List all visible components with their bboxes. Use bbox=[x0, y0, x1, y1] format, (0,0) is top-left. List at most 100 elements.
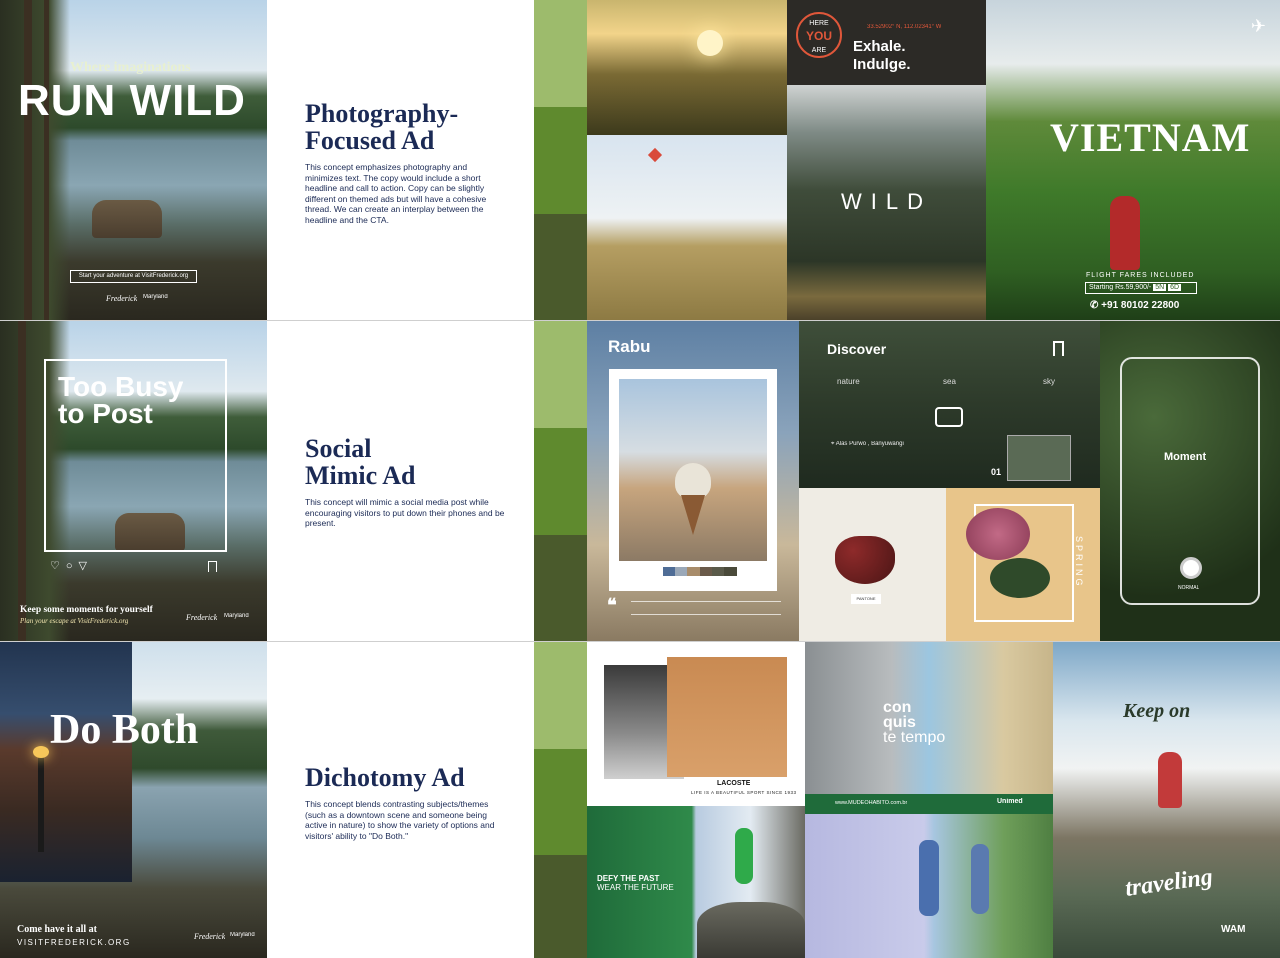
conquiste-text: con quis te tempo bbox=[883, 700, 946, 745]
forest-edge bbox=[0, 0, 70, 320]
hero-headline: RUN WILD bbox=[18, 76, 246, 125]
hero-tagline: Come have it all at bbox=[17, 924, 97, 935]
tab-nature[interactable]: nature bbox=[837, 377, 860, 386]
hero-ad-run-wild: Where imaginations RUN WILD Start your a… bbox=[0, 0, 267, 320]
concept-panel-dichotomy: Dichotomy Ad This concept blends contras… bbox=[267, 642, 534, 958]
mood-spring: SPRING bbox=[946, 488, 1100, 641]
hero-cta[interactable]: Start your adventure at VisitFrederick.o… bbox=[70, 270, 197, 283]
spring-text: SPRING bbox=[1074, 536, 1084, 589]
mood-grapes: PANTONE bbox=[799, 488, 946, 641]
exhale-text: Exhale. Indulge. bbox=[853, 38, 911, 73]
mood-here-you-are: HERE YOU ARE 33.52902° N, 112.02341° W E… bbox=[787, 0, 986, 85]
mude-url[interactable]: www.MUDEOHABITO.com.br bbox=[835, 800, 907, 806]
here-you-are-badge: HERE YOU ARE bbox=[796, 12, 842, 58]
frederick-logo: Frederick bbox=[106, 294, 138, 303]
palette-swatch-light bbox=[534, 321, 587, 428]
tab-sky[interactable]: sky bbox=[1043, 377, 1055, 386]
tree-trunk bbox=[18, 321, 26, 641]
shutter-button[interactable] bbox=[1180, 557, 1202, 579]
heart-icon[interactable]: ♡ bbox=[50, 560, 66, 572]
hiker-figure bbox=[1158, 752, 1182, 808]
yoga-figure-outdoor bbox=[971, 844, 989, 914]
hero-headline: Do Both bbox=[50, 707, 199, 753]
phone-number: ✆ +91 80102 22800 bbox=[1090, 300, 1180, 311]
palette-swatch-light bbox=[534, 642, 587, 749]
price-box: Starting Rs.59,900/- 5N 6D bbox=[1085, 282, 1197, 294]
concept-body: This concept blends contrasting subjects… bbox=[305, 799, 495, 841]
send-icon[interactable]: ▽ bbox=[79, 560, 93, 572]
mood-unimed: con quis te tempo www.MUDEOHABITO.com.br U… bbox=[805, 642, 1053, 814]
mood-discover-app: Discover nature sea sky ⌖ Alas Purwo , B… bbox=[799, 321, 1100, 488]
maryland-logo: Maryland bbox=[230, 932, 255, 938]
traveling-text: traveling bbox=[1123, 864, 1215, 903]
mode-label[interactable]: NORMAL bbox=[1178, 585, 1199, 591]
yoga-figure-indoor bbox=[919, 840, 939, 916]
street-lamp bbox=[38, 752, 44, 852]
kite-icon bbox=[647, 147, 663, 163]
hero-tagline: Keep some moments for yourself bbox=[20, 605, 153, 615]
unimed-logo: Unimed bbox=[997, 798, 1023, 805]
tab-sea[interactable]: sea bbox=[943, 377, 956, 386]
hero-headline: Too Busy to Post bbox=[58, 373, 184, 427]
mood-wild-mountains: WILD bbox=[787, 85, 986, 320]
flower bbox=[966, 508, 1030, 560]
mood-moment-phone: Moment NORMAL bbox=[1100, 321, 1280, 641]
camera-icon[interactable] bbox=[935, 407, 963, 427]
thumbnail[interactable] bbox=[1007, 435, 1071, 481]
mood-defy: DEFY THE PAST WEAR THE FUTURE bbox=[587, 806, 805, 958]
concept-panel-photography: Photography- Focused Ad This concept emph… bbox=[267, 0, 534, 320]
concept-title: Social Mimic Ad bbox=[305, 434, 416, 490]
palette-swatch-light bbox=[534, 0, 587, 107]
mood-rabu-post: Rabu ❝ bbox=[587, 321, 799, 641]
maryland-logo: Maryland bbox=[143, 294, 168, 300]
mood-sunset-field bbox=[587, 0, 787, 135]
palette-swatch-dark bbox=[534, 535, 587, 641]
caption-lines bbox=[631, 601, 781, 615]
logo-mark-icon: ✈ bbox=[1250, 16, 1266, 36]
counter-text: 01 bbox=[991, 467, 1002, 477]
lamp-glow bbox=[33, 746, 49, 758]
flight-fares-text: FLIGHT FARES INCLUDED bbox=[1086, 272, 1195, 279]
palette-swatch-dark bbox=[534, 214, 587, 320]
frederick-logo: Frederick bbox=[186, 613, 218, 622]
location-row: ⌖ Alas Purwo , Banyuwangi bbox=[831, 441, 904, 447]
defy-text: DEFY THE PAST WEAR THE FUTURE bbox=[597, 874, 674, 892]
concept-title: Photography- Focused Ad bbox=[305, 99, 459, 155]
phone-icon: ✆ bbox=[1090, 300, 1099, 311]
social-action-icons: ♡○▽ bbox=[50, 559, 93, 572]
grapes-cluster bbox=[835, 536, 895, 584]
coords-text: 33.52902° N, 112.02341° W bbox=[867, 24, 942, 30]
concept-body: This concept will mimic a social media p… bbox=[305, 497, 505, 528]
palette-swatch-mid bbox=[534, 749, 587, 855]
mood-keep-on-traveling: Keep on traveling WAM bbox=[1053, 642, 1280, 958]
lacoste-tagline: LIFE IS A BEAUTIFUL SPORT SINCE 1933 bbox=[691, 790, 797, 795]
mood-vietnam: ✈ VIETNAM FLIGHT FARES INCLUDED Starting… bbox=[986, 0, 1280, 320]
concept-panel-social: Social Mimic Ad This concept will mimic a… bbox=[267, 321, 534, 641]
rabu-title: Rabu bbox=[608, 337, 651, 356]
downtown-scene bbox=[0, 642, 132, 882]
palette-swatch-mid bbox=[534, 107, 587, 214]
bookmark-icon[interactable] bbox=[1053, 341, 1064, 356]
leaf bbox=[990, 558, 1050, 598]
wam-logo: WAM bbox=[1221, 924, 1246, 935]
color-swatches-strip bbox=[651, 567, 737, 576]
maryland-logo: Maryland bbox=[224, 613, 249, 619]
vietnam-title: VIETNAM bbox=[1050, 115, 1251, 160]
traveler-figure bbox=[1110, 196, 1140, 270]
sun bbox=[697, 30, 723, 56]
keep-on-text: Keep on bbox=[1123, 700, 1191, 722]
hero-ad-too-busy: Too Busy to Post ♡○▽ Keep some moments fo… bbox=[0, 321, 267, 641]
hero-pre-headline: Where imaginations bbox=[70, 60, 191, 75]
frederick-logo: Frederick bbox=[194, 932, 226, 941]
discover-title: Discover bbox=[827, 341, 887, 357]
hero-url[interactable]: VISITFREDERICK.ORG bbox=[17, 938, 131, 947]
pin-icon: ⌖ bbox=[831, 441, 835, 447]
clay-court bbox=[667, 657, 787, 777]
runner-figure bbox=[735, 828, 753, 884]
hero-ad-do-both: Do Both Come have it all at VISITFREDERI… bbox=[0, 642, 267, 958]
comment-icon[interactable]: ○ bbox=[66, 560, 79, 572]
hero-cta[interactable]: Plan your escape at VisitFrederick.org bbox=[20, 617, 128, 625]
bookmark-icon[interactable] bbox=[208, 561, 217, 572]
mood-yoga bbox=[805, 814, 1053, 958]
pantone-chip: PANTONE bbox=[851, 594, 881, 604]
